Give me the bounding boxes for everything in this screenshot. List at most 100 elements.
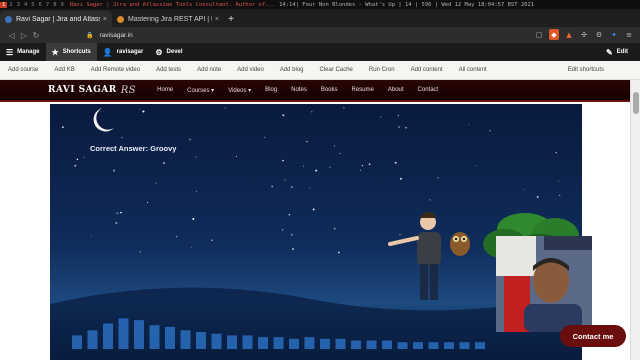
shortcut-all-content[interactable]: All content (451, 67, 495, 73)
nav-books[interactable]: Books (314, 87, 345, 94)
audio-bar (397, 342, 408, 349)
star (116, 212, 119, 215)
shortcut-run-cron[interactable]: Run Cron (361, 67, 403, 73)
nav-home[interactable]: Home (150, 87, 180, 94)
scrollbar-thumb[interactable] (633, 92, 639, 114)
star (536, 195, 539, 198)
moon-icon (93, 108, 114, 132)
star (76, 158, 79, 161)
shortcuts-button[interactable]: ★ Shortcuts (45, 43, 97, 61)
tab-mastering-jira[interactable]: Mastering Jira REST API | R × (112, 11, 224, 27)
star (138, 109, 140, 111)
audio-bar (165, 326, 175, 349)
brave-shield-icon[interactable]: ◆ (549, 29, 559, 40)
shortcut-add-remote-video[interactable]: Add Remote video (83, 67, 148, 73)
shortcut-add-tests[interactable]: Add tests (148, 67, 189, 73)
star (163, 162, 165, 164)
correct-answer-text: Correct Answer: Groovy (90, 144, 177, 153)
nav-resume[interactable]: Resume (345, 87, 381, 94)
workspace-5[interactable]: 5 (29, 2, 36, 8)
workspace-list: 123456789 (0, 1, 66, 8)
star (290, 185, 293, 189)
edit-button[interactable]: ✎ Edit (600, 43, 634, 61)
edit-shortcuts-link[interactable]: Edit shortcuts (560, 67, 612, 73)
reload-icon[interactable]: ↻ (30, 31, 42, 40)
audio-bar (258, 337, 268, 349)
star (90, 235, 92, 237)
star (139, 251, 142, 253)
star (115, 221, 118, 225)
nav-videos[interactable]: Videos ▾ (221, 87, 258, 94)
shortcut-add-content[interactable]: Add content (403, 67, 451, 73)
shortcut-add-course[interactable]: Add course (0, 67, 46, 73)
star (62, 126, 64, 129)
shortcut-add-video[interactable]: Add video (229, 67, 272, 73)
star (189, 138, 191, 141)
manage-label: Manage (17, 49, 40, 55)
puzzle-icon[interactable]: ✦ (609, 29, 619, 40)
workspace-3[interactable]: 3 (15, 2, 22, 8)
browser-toolbar: ◁ ▷ ↻ 🔒 ravisagar.in ▢ ◆ ▲ ✣ ⚙ ✦ ≡ (0, 27, 640, 43)
menu-icon[interactable]: ≡ (624, 29, 634, 40)
address-bar[interactable]: 🔒 ravisagar.in (86, 29, 486, 41)
main-nav: Home Courses ▾ Videos ▾ Blog Notes Books… (150, 87, 445, 94)
star (83, 156, 85, 158)
star (235, 156, 237, 157)
udemy-favicon-icon (117, 15, 124, 23)
contact-me-button[interactable]: Contact me (560, 325, 626, 347)
rewards-icon[interactable]: ▲ (564, 29, 574, 40)
star (302, 165, 304, 167)
user-label: ravisagar (116, 49, 144, 55)
extension-icons: ▢ ◆ ▲ ✣ ⚙ ✦ ≡ (534, 29, 634, 40)
workspace-8[interactable]: 8 (51, 2, 58, 8)
nav-contact[interactable]: Contact (411, 87, 446, 94)
star (339, 153, 341, 155)
shortcut-clear-cache[interactable]: Clear Cache (312, 67, 361, 73)
extensions-icon[interactable]: ✣ (579, 29, 589, 40)
shortcut-add-blog[interactable]: Add blog (272, 67, 312, 73)
workspace-9[interactable]: 9 (59, 2, 66, 8)
audio-bar (320, 338, 330, 349)
nav-about[interactable]: About (381, 87, 411, 94)
star (361, 165, 363, 167)
hamburger-icon: ☰ (6, 47, 14, 57)
workspace-2[interactable]: 2 (7, 2, 14, 8)
audio-bar (382, 340, 392, 349)
forward-icon[interactable]: ▷ (18, 31, 30, 40)
manage-button[interactable]: ☰ Manage (0, 43, 46, 61)
man-illustration (388, 212, 441, 300)
star (368, 163, 371, 166)
webcam-person (496, 236, 592, 332)
tab-ravi-sagar[interactable]: Ravi Sagar | Jira and Atlassi × (0, 11, 112, 27)
star (360, 169, 361, 171)
star (74, 164, 77, 167)
shortcut-add-kb[interactable]: Add KB (46, 67, 82, 73)
star (290, 233, 293, 236)
close-tab-icon[interactable]: × (215, 16, 219, 23)
star (306, 140, 308, 143)
nav-courses[interactable]: Courses ▾ (180, 87, 221, 94)
shortcut-add-note[interactable]: Add note (189, 67, 229, 73)
reader-mode-icon[interactable]: ▢ (534, 29, 544, 40)
back-icon[interactable]: ◁ (6, 31, 18, 40)
audio-bar (211, 333, 222, 349)
page-scrollbar[interactable] (630, 80, 640, 360)
star (429, 199, 431, 201)
site-logo[interactable]: RAVI SAGAR RS (48, 85, 136, 96)
star (263, 136, 266, 139)
new-tab-button[interactable]: + (224, 11, 238, 27)
nav-notes[interactable]: Notes (284, 87, 314, 94)
devel-button[interactable]: ⚙ Devel (149, 43, 188, 61)
nav-blog[interactable]: Blog (258, 87, 284, 94)
star (224, 107, 226, 109)
audio-bar (227, 335, 237, 349)
star-icon: ★ (51, 47, 59, 57)
audio-bar (134, 320, 144, 349)
vpn-icon[interactable]: ⚙ (594, 29, 604, 40)
close-tab-icon[interactable]: × (103, 16, 107, 23)
user-icon: 👤 (102, 47, 113, 57)
workspace-6[interactable]: 6 (37, 2, 44, 8)
user-button[interactable]: 👤 ravisagar (97, 43, 150, 61)
url-text: ravisagar.in (99, 31, 133, 39)
audio-bar (475, 342, 485, 349)
